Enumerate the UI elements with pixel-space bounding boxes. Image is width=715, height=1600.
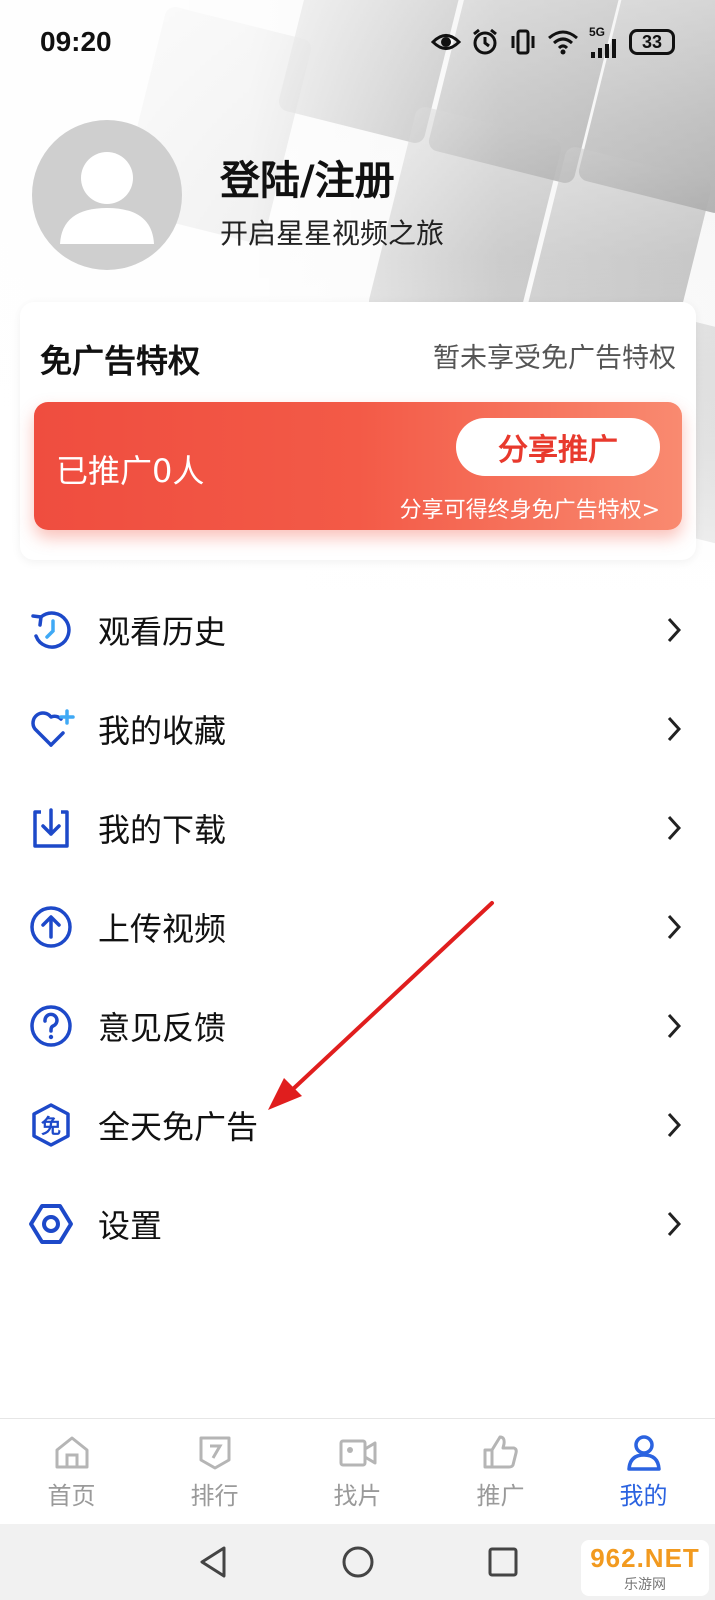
- wifi-icon: [547, 29, 579, 55]
- promotion-banner[interactable]: 已推广0人 分享推广 分享可得终身免广告特权>: [34, 402, 682, 530]
- avatar[interactable]: [32, 120, 182, 270]
- chevron-right-icon: [663, 1011, 685, 1041]
- login-register-link[interactable]: 登陆/注册: [220, 148, 395, 206]
- chevron-right-icon: [663, 813, 685, 843]
- back-icon[interactable]: [196, 1544, 230, 1580]
- tab-label: 找片: [333, 1482, 382, 1510]
- menu-item-upload-video[interactable]: 上传视频: [0, 877, 715, 976]
- settings-menu: 观看历史 我的收藏 我的下载 上传视频 意见反馈 免 全天免广告 设置: [0, 580, 715, 1273]
- home-icon: [55, 1436, 88, 1469]
- tab-label: 排行: [190, 1482, 239, 1510]
- system-nav-bar: 962.NET 乐游网: [0, 1524, 715, 1600]
- tab-label: 首页: [47, 1482, 96, 1510]
- eye-icon: [431, 31, 461, 53]
- menu-item-label: 我的下载: [98, 810, 227, 849]
- recents-icon[interactable]: [486, 1545, 520, 1579]
- favorite-heart-icon: [26, 704, 76, 754]
- signal-icon: 5G: [589, 26, 619, 58]
- tab-label: 我的: [619, 1482, 668, 1510]
- menu-item-label: 我的收藏: [98, 711, 227, 750]
- menu-item-label: 上传视频: [98, 909, 227, 948]
- question-icon: [26, 1001, 76, 1051]
- ad-free-icon: 免: [26, 1100, 76, 1150]
- network-type: 5G: [589, 25, 606, 39]
- tab-ranking[interactable]: 排行: [143, 1419, 286, 1524]
- site-watermark-logo: 962.NET 乐游网: [581, 1540, 709, 1596]
- ad-free-title: 免广告特权: [40, 342, 201, 380]
- video-camera-icon: [339, 1439, 376, 1467]
- vibrate-icon: [509, 28, 537, 56]
- status-bar: 09:20 5G 33: [0, 0, 715, 84]
- menu-item-label: 意见反馈: [98, 1008, 227, 1047]
- chevron-right-icon: [663, 1209, 685, 1239]
- ad-free-status: 暂未享受免广告特权: [433, 343, 676, 374]
- tab-mine[interactable]: 我的: [572, 1419, 715, 1524]
- settings-icon: [26, 1199, 76, 1249]
- menu-item-downloads[interactable]: 我的下载: [0, 778, 715, 877]
- tab-promote[interactable]: 推广: [429, 1419, 572, 1524]
- profile-subtitle: 开启星星视频之旅: [220, 217, 445, 250]
- promoted-count: 已推广0人: [56, 452, 205, 490]
- ranking-icon: [199, 1436, 230, 1470]
- bottom-nav: 首页 排行 找片 推广 我的: [0, 1418, 715, 1524]
- menu-item-settings[interactable]: 设置: [0, 1174, 715, 1273]
- battery-icon: 33: [629, 29, 675, 55]
- tab-home[interactable]: 首页: [0, 1419, 143, 1524]
- download-icon: [26, 803, 76, 853]
- menu-item-label: 设置: [98, 1206, 163, 1245]
- chevron-right-icon: [663, 714, 685, 744]
- menu-item-label: 观看历史: [98, 612, 227, 651]
- share-promote-button[interactable]: 分享推广: [456, 418, 660, 476]
- alarm-icon: [471, 28, 499, 56]
- menu-item-feedback[interactable]: 意见反馈: [0, 976, 715, 1075]
- default-avatar-icon: [60, 152, 154, 244]
- menu-item-label: 全天免广告: [98, 1107, 259, 1146]
- user-icon: [626, 1435, 661, 1471]
- ad-free-card: 免广告特权 暂未享受免广告特权 已推广0人 分享推广 分享可得终身免广告特权>: [20, 302, 696, 560]
- menu-item-favorites[interactable]: 我的收藏: [0, 679, 715, 778]
- promotion-hint-link[interactable]: 分享可得终身免广告特权>: [400, 492, 660, 524]
- history-icon: [26, 605, 76, 655]
- chevron-right-icon: [663, 912, 685, 942]
- tab-find-video[interactable]: 找片: [286, 1419, 429, 1524]
- menu-item-ad-free[interactable]: 免 全天免广告: [0, 1075, 715, 1174]
- menu-item-watch-history[interactable]: 观看历史: [0, 580, 715, 679]
- ad-free-icon-glyph: 免: [41, 1114, 61, 1138]
- chevron-right-icon: [663, 615, 685, 645]
- home-circle-icon[interactable]: [340, 1544, 376, 1580]
- thumbs-up-icon: [483, 1435, 518, 1469]
- tab-label: 推广: [476, 1482, 525, 1510]
- upload-icon: [26, 902, 76, 952]
- status-time: 09:20: [40, 26, 112, 57]
- chevron-right-icon: [663, 1110, 685, 1140]
